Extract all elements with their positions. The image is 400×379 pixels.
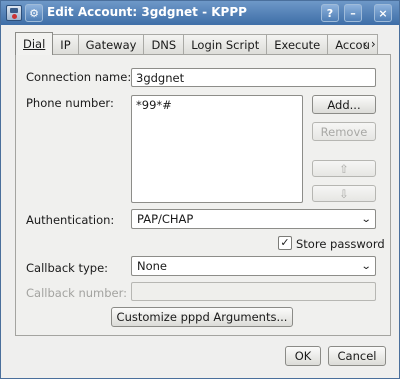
close-button[interactable]: × bbox=[374, 4, 392, 22]
tab-dns[interactable]: DNS bbox=[143, 34, 185, 55]
tab-dial[interactable]: Dial bbox=[15, 32, 54, 55]
phone-number-item[interactable]: *99*# bbox=[136, 98, 298, 112]
ok-button[interactable]: OK bbox=[285, 346, 321, 366]
phone-number-label: Phone number: bbox=[26, 96, 114, 110]
callback-number-label: Callback number: bbox=[26, 286, 128, 300]
callback-type-select[interactable]: None ⌄ bbox=[131, 256, 376, 276]
phone-number-list[interactable]: *99*# bbox=[131, 95, 303, 203]
tab-scroll-arrows: ‹ › bbox=[363, 37, 376, 51]
window-menu-icon: ⚙ bbox=[29, 6, 39, 20]
connection-name-input[interactable]: 3gdgnet bbox=[131, 68, 376, 87]
tab-login-script[interactable]: Login Script bbox=[183, 34, 268, 55]
window-menu-button[interactable]: ⚙ bbox=[25, 4, 43, 22]
tab-ip[interactable]: IP bbox=[52, 34, 79, 55]
callback-number-input[interactable] bbox=[131, 282, 376, 301]
connection-name-value: 3gdgnet bbox=[136, 71, 185, 85]
callback-type-value: None bbox=[137, 259, 168, 273]
tab-scroll-right-icon[interactable]: › bbox=[371, 37, 376, 51]
tab-execute[interactable]: Execute bbox=[266, 34, 329, 55]
minimize-button[interactable]: – bbox=[344, 4, 362, 22]
window-title: Edit Account: 3gdgnet - KPPP bbox=[47, 5, 247, 19]
cancel-button[interactable]: Cancel bbox=[328, 346, 386, 366]
remove-phone-button[interactable]: Remove bbox=[312, 122, 376, 141]
arrow-up-icon: ⇧ bbox=[339, 161, 349, 176]
tab-gateway[interactable]: Gateway bbox=[77, 34, 145, 55]
callback-type-label: Callback type: bbox=[26, 261, 109, 275]
add-phone-button[interactable]: Add... bbox=[312, 95, 376, 114]
kppp-app-icon bbox=[6, 5, 22, 21]
move-down-button[interactable]: ⇩ bbox=[312, 185, 376, 202]
authentication-label: Authentication: bbox=[26, 213, 115, 227]
tab-bar: Dial IP Gateway DNS Login Script Execute… bbox=[15, 32, 378, 55]
chevron-down-icon: ⌄ bbox=[360, 213, 372, 225]
chevron-down-icon: ⌄ bbox=[360, 260, 372, 272]
authentication-value: PAP/CHAP bbox=[137, 212, 194, 226]
store-password-label[interactable]: Store password bbox=[296, 237, 385, 251]
connection-name-label: Connection name: bbox=[26, 70, 132, 84]
tab-scroll-left-icon[interactable]: ‹ bbox=[363, 37, 368, 51]
title-bar[interactable]: ⚙ Edit Account: 3gdgnet - KPPP ? – × bbox=[1, 1, 399, 25]
arrow-down-icon: ⇩ bbox=[339, 186, 349, 201]
customize-pppd-button[interactable]: Customize pppd Arguments... bbox=[111, 307, 293, 327]
store-password-checkbox[interactable]: ✓ bbox=[278, 236, 292, 250]
move-up-button[interactable]: ⇧ bbox=[312, 160, 376, 177]
dialog-window: ⚙ Edit Account: 3gdgnet - KPPP ? – × Dia… bbox=[0, 0, 400, 379]
help-button[interactable]: ? bbox=[321, 4, 339, 22]
checkmark-icon: ✓ bbox=[280, 236, 290, 249]
authentication-select[interactable]: PAP/CHAP ⌄ bbox=[131, 209, 376, 229]
dial-tab-panel: Connection name: 3gdgnet Phone number: *… bbox=[15, 54, 391, 336]
